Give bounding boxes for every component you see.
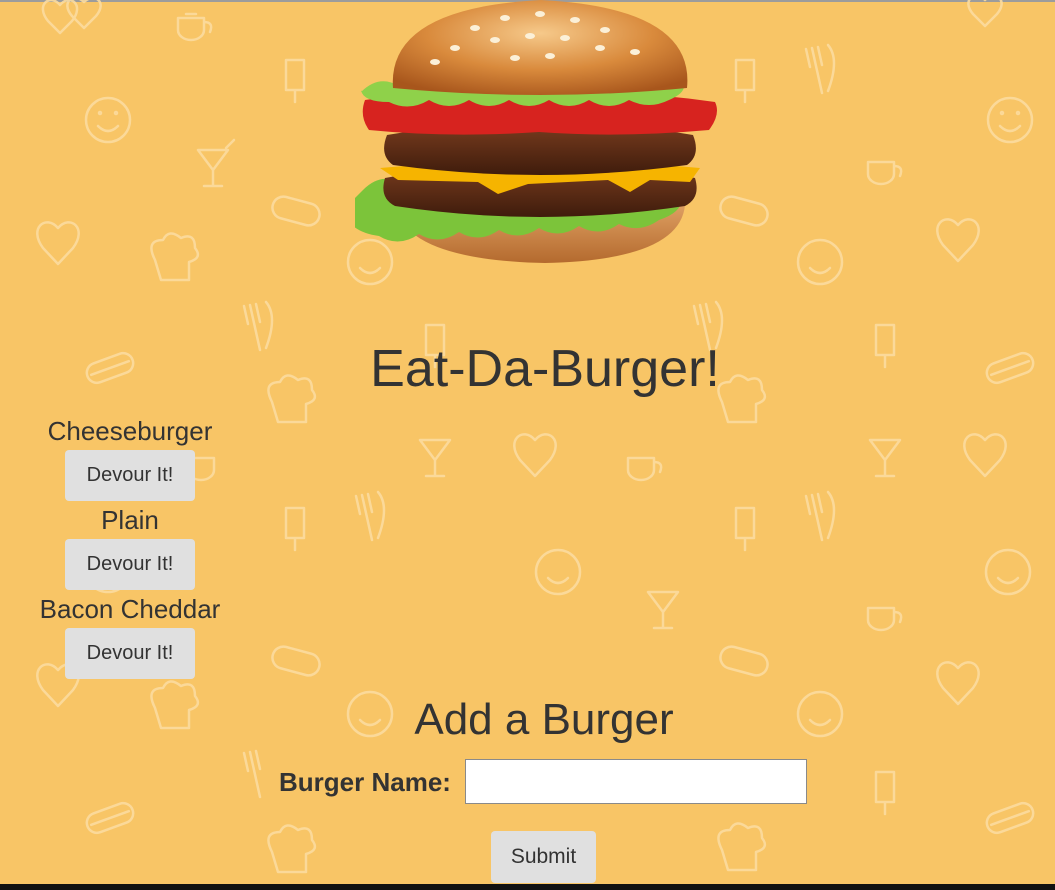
devour-button[interactable]: Devour It! xyxy=(65,539,195,590)
burger-image xyxy=(355,0,717,263)
heart-icon xyxy=(41,0,79,35)
heart-icon xyxy=(936,218,980,263)
list-item: Bacon Cheddar Devour It! xyxy=(0,590,260,679)
list-item: Cheeseburger Devour It! xyxy=(0,412,260,501)
heart-icon xyxy=(963,433,1007,478)
burger-name-label: Burger Name: xyxy=(279,767,451,797)
burger-name: Bacon Cheddar xyxy=(39,594,221,624)
list-item: Plain Devour It! xyxy=(0,501,260,590)
devour-button[interactable]: Devour It! xyxy=(65,628,195,679)
window-bottom-border xyxy=(0,884,1055,890)
heart-icon xyxy=(66,0,102,30)
heart-icon xyxy=(513,433,557,478)
burger-name: Plain xyxy=(101,505,159,535)
devour-button[interactable]: Devour It! xyxy=(65,450,195,501)
burger-name: Cheeseburger xyxy=(47,416,213,446)
page-title: Eat-Da-Burger! xyxy=(370,340,720,398)
submit-button[interactable]: Submit xyxy=(491,831,596,883)
burger-name-input[interactable] xyxy=(465,759,807,804)
heart-icon xyxy=(967,0,1003,28)
add-burger-heading: Add a Burger xyxy=(414,695,674,744)
burger-list: Cheeseburger Devour It! Plain Devour It!… xyxy=(0,412,260,679)
heart-icon xyxy=(36,221,80,266)
